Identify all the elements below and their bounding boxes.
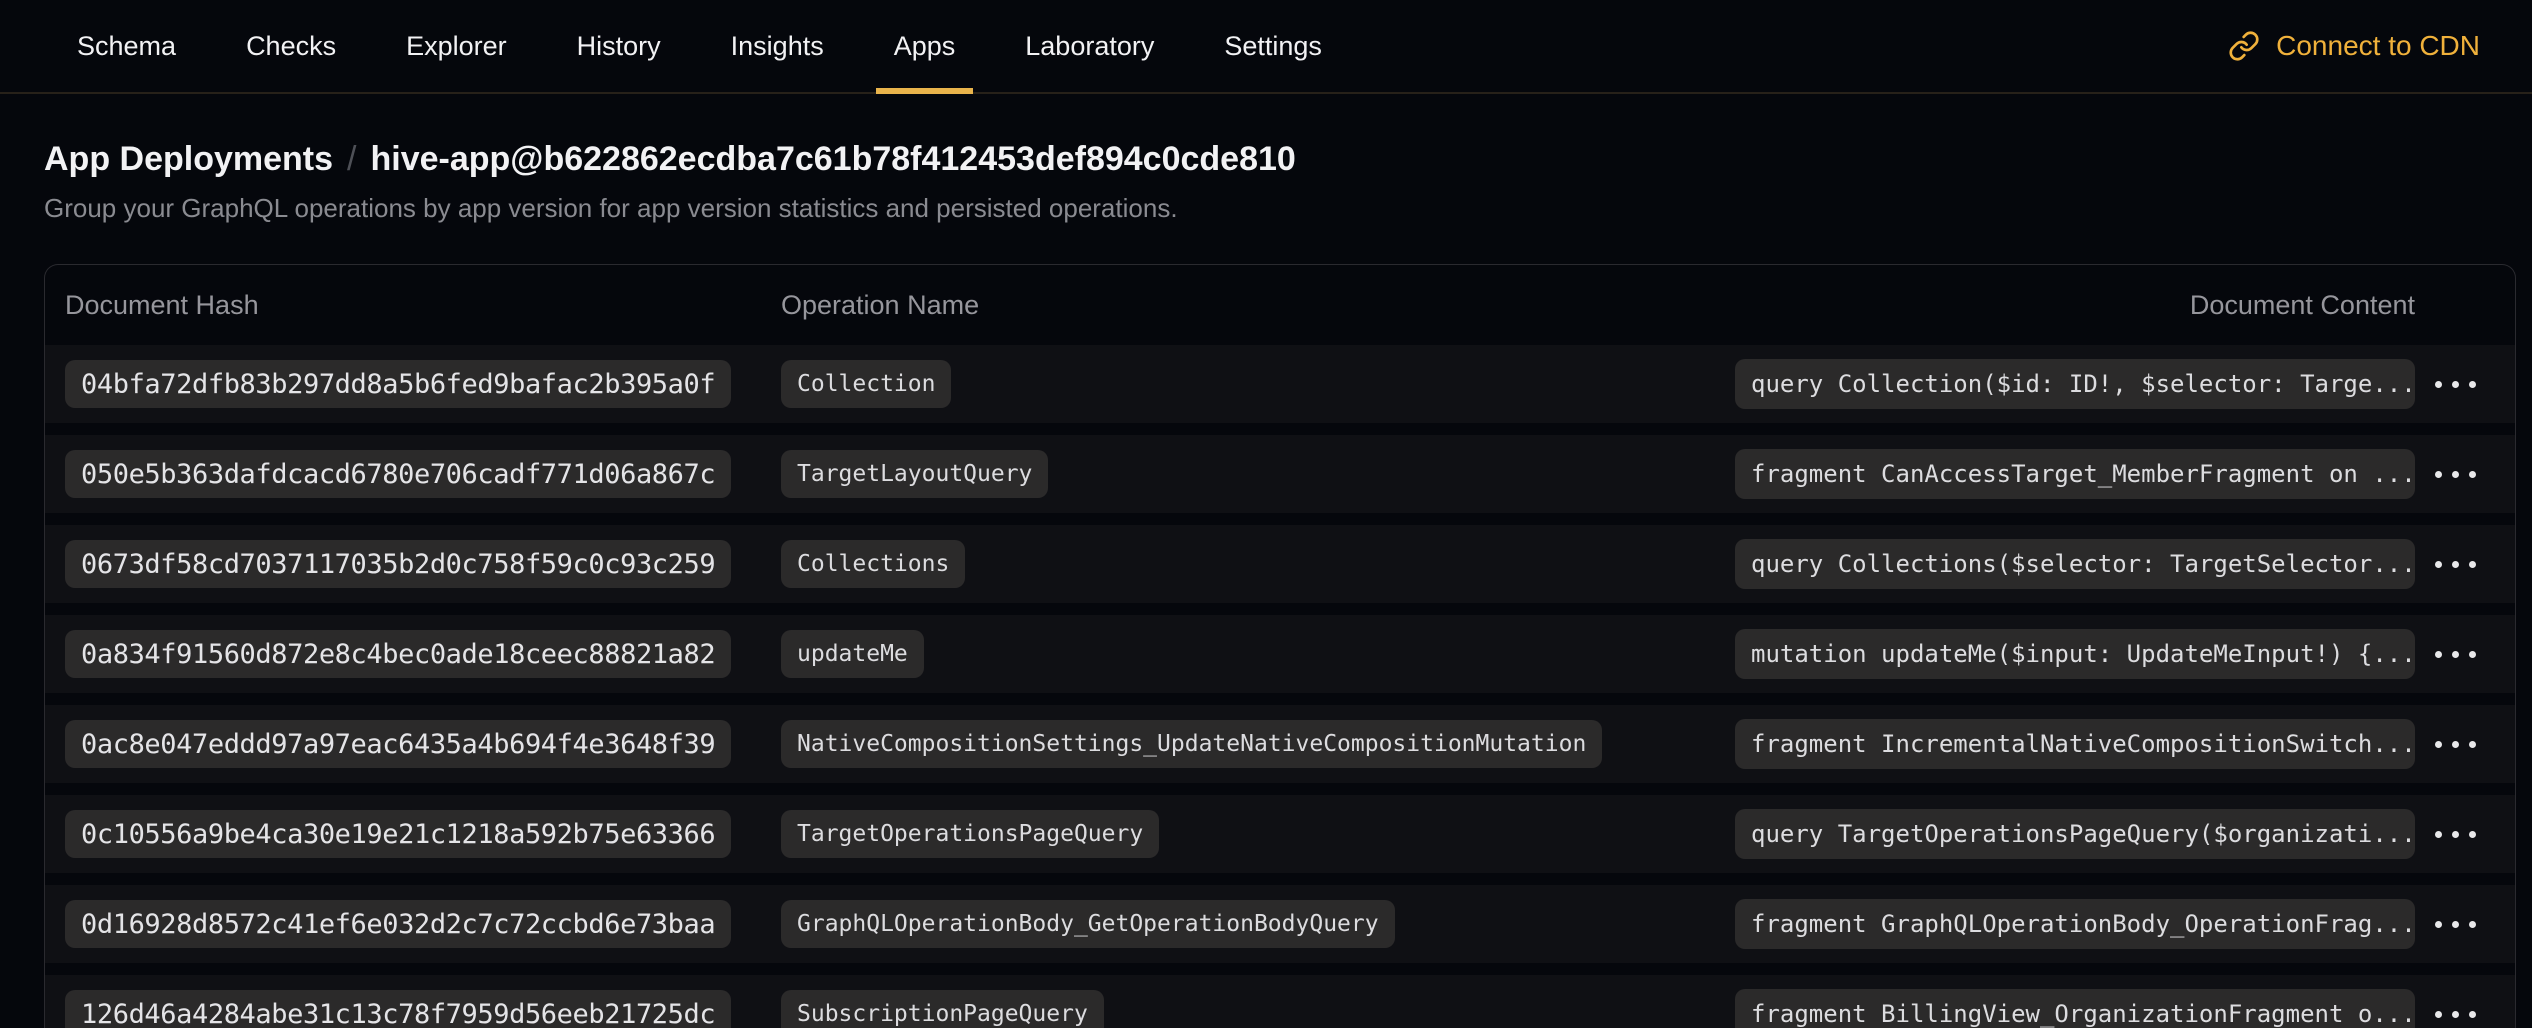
- top-navigation: Schema Checks Explorer History Insights …: [0, 0, 2532, 94]
- nav-tab-explorer[interactable]: Explorer: [404, 0, 509, 92]
- ellipsis-horizontal-icon: [2435, 471, 2442, 478]
- table-row: 0ac8e047eddd97a97eac6435a4b694f4e3648f39…: [45, 705, 2515, 783]
- ellipsis-horizontal-icon: [2435, 381, 2442, 388]
- table-row: 0c10556a9be4ca30e19e21c1218a592b75e63366…: [45, 795, 2515, 873]
- nav-tab-schema[interactable]: Schema: [75, 0, 178, 92]
- row-actions-menu-button[interactable]: [2425, 371, 2486, 398]
- ellipsis-horizontal-icon: [2435, 921, 2442, 928]
- ellipsis-horizontal-icon: [2435, 1011, 2442, 1018]
- table-body: 04bfa72dfb83b297dd8a5b6fed9bafac2b395a0f…: [45, 345, 2515, 1028]
- table-row: 126d46a4284abe31c13c78f7959d56eeb21725dc…: [45, 975, 2515, 1028]
- row-actions-menu-button[interactable]: [2425, 641, 2486, 668]
- connect-to-cdn-button[interactable]: Connect to CDN: [2228, 0, 2480, 92]
- document-hash-badge: 050e5b363dafdcacd6780e706cadf771d06a867c: [65, 450, 731, 498]
- ellipsis-horizontal-icon: [2435, 651, 2442, 658]
- operation-name-badge: TargetLayoutQuery: [781, 450, 1048, 498]
- nav-tab-laboratory[interactable]: Laboratory: [1023, 0, 1156, 92]
- document-hash-badge: 04bfa72dfb83b297dd8a5b6fed9bafac2b395a0f: [65, 360, 731, 408]
- document-hash-badge: 0ac8e047eddd97a97eac6435a4b694f4e3648f39: [65, 720, 731, 768]
- operation-name-badge: GraphQLOperationBody_GetOperationBodyQue…: [781, 900, 1395, 948]
- ellipsis-horizontal-icon: [2435, 561, 2442, 568]
- document-content-preview: fragment BillingView_OrganizationFragmen…: [1735, 989, 2415, 1028]
- nav-tab-checks[interactable]: Checks: [244, 0, 338, 92]
- ellipsis-horizontal-icon: [2435, 741, 2442, 748]
- nav-tab-apps[interactable]: Apps: [892, 0, 958, 92]
- operation-name-badge: NativeCompositionSettings_UpdateNativeCo…: [781, 720, 1602, 768]
- table-row: 0673df58cd7037117035b2d0c758f59c0c93c259…: [45, 525, 2515, 603]
- document-hash-badge: 0c10556a9be4ca30e19e21c1218a592b75e63366: [65, 810, 731, 858]
- ellipsis-horizontal-icon: [2435, 831, 2442, 838]
- table-header-row: Document Hash Operation Name Document Co…: [45, 265, 2515, 345]
- row-actions-menu-button[interactable]: [2425, 731, 2486, 758]
- page-subtitle: Group your GraphQL operations by app ver…: [44, 192, 2516, 224]
- row-actions-menu-button[interactable]: [2425, 551, 2486, 578]
- nav-tab-history[interactable]: History: [575, 0, 663, 92]
- document-content-preview: query TargetOperationsPageQuery($organiz…: [1735, 809, 2415, 859]
- breadcrumb-separator: /: [347, 140, 356, 178]
- column-header-document-hash: Document Hash: [65, 290, 781, 321]
- table-row: 04bfa72dfb83b297dd8a5b6fed9bafac2b395a0f…: [45, 345, 2515, 423]
- breadcrumb-app-version: hive-app@b622862ecdba7c61b78f412453def89…: [371, 140, 1296, 178]
- document-content-preview: fragment GraphQLOperationBody_OperationF…: [1735, 899, 2415, 949]
- operation-name-badge: Collections: [781, 540, 965, 588]
- column-header-operation-name: Operation Name: [781, 290, 1735, 321]
- app-deployment-documents-table: Document Hash Operation Name Document Co…: [44, 264, 2516, 1028]
- row-actions-menu-button[interactable]: [2425, 461, 2486, 488]
- page-content: App Deployments / hive-app@b622862ecdba7c6…: [0, 94, 2532, 1028]
- table-row: 0d16928d8572c41ef6e032d2c7c72ccbd6e73baa…: [45, 885, 2515, 963]
- column-header-document-content: Document Content: [1735, 290, 2415, 321]
- row-actions-menu-button[interactable]: [2425, 821, 2486, 848]
- operation-name-badge: Collection: [781, 360, 951, 408]
- nav-tab-settings[interactable]: Settings: [1222, 0, 1324, 92]
- row-actions-menu-button[interactable]: [2425, 1001, 2486, 1028]
- row-actions-menu-button[interactable]: [2425, 911, 2486, 938]
- operation-name-badge: SubscriptionPageQuery: [781, 990, 1104, 1028]
- document-hash-badge: 0a834f91560d872e8c4bec0ade18ceec88821a82: [65, 630, 731, 678]
- document-content-preview: query Collections($selector: TargetSelec…: [1735, 539, 2415, 589]
- document-hash-badge: 0d16928d8572c41ef6e032d2c7c72ccbd6e73baa: [65, 900, 731, 948]
- operation-name-badge: updateMe: [781, 630, 924, 678]
- document-hash-badge: 0673df58cd7037117035b2d0c758f59c0c93c259: [65, 540, 731, 588]
- connect-to-cdn-label: Connect to CDN: [2276, 30, 2480, 62]
- document-hash-badge: 126d46a4284abe31c13c78f7959d56eeb21725dc: [65, 990, 731, 1028]
- document-content-preview: fragment CanAccessTarget_MemberFragment …: [1735, 449, 2415, 499]
- nav-tab-insights[interactable]: Insights: [729, 0, 826, 92]
- operation-name-badge: TargetOperationsPageQuery: [781, 810, 1159, 858]
- table-row: 0a834f91560d872e8c4bec0ade18ceec88821a82…: [45, 615, 2515, 693]
- link-icon: [2228, 30, 2260, 62]
- table-row: 050e5b363dafdcacd6780e706cadf771d06a867c…: [45, 435, 2515, 513]
- document-content-preview: query Collection($id: ID!, $selector: Ta…: [1735, 359, 2415, 409]
- breadcrumb: App Deployments / hive-app@b622862ecdba7c6…: [44, 138, 2516, 180]
- document-content-preview: mutation updateMe($input: UpdateMeInput!…: [1735, 629, 2415, 679]
- breadcrumb-section[interactable]: App Deployments: [44, 140, 333, 178]
- nav-tabs: Schema Checks Explorer History Insights …: [75, 0, 1324, 92]
- document-content-preview: fragment IncrementalNativeCompositionSwi…: [1735, 719, 2415, 769]
